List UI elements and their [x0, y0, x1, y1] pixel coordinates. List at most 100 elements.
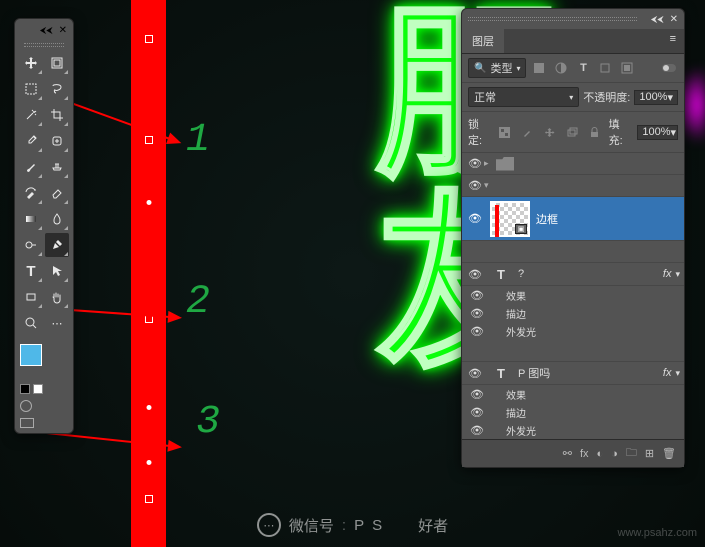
- crop-tool[interactable]: [45, 103, 69, 127]
- chevron-down-icon: ▾: [569, 93, 573, 102]
- layer-name[interactable]: ?: [518, 268, 524, 280]
- layer-row-border[interactable]: 👁 ▣ 边框: [462, 197, 684, 241]
- layer-row-parent[interactable]: 👁 ▾: [462, 175, 684, 197]
- filter-smart-icon[interactable]: [618, 60, 636, 76]
- transform-handle[interactable]: [145, 136, 153, 144]
- gradient-tool[interactable]: [19, 207, 43, 231]
- chevron-down-icon[interactable]: ▾: [675, 368, 680, 379]
- path-anchor[interactable]: [146, 200, 151, 205]
- blur-tool[interactable]: [45, 207, 69, 231]
- layer-name[interactable]: P 图吗: [518, 365, 550, 381]
- effect-row[interactable]: 👁外发光: [462, 322, 684, 340]
- toolbox-header[interactable]: ⮜⮜ ✕: [15, 19, 73, 41]
- visibility-icon[interactable]: 👁: [466, 212, 484, 225]
- close-icon[interactable]: ✕: [59, 25, 67, 36]
- filter-kind-dropdown[interactable]: 🔍 类型 ▾: [468, 58, 526, 78]
- move-tool[interactable]: [19, 51, 43, 75]
- path-select-tool[interactable]: [45, 259, 69, 283]
- eyedropper-tool[interactable]: [19, 129, 43, 153]
- quick-mask-icon[interactable]: [20, 400, 32, 412]
- magic-wand-tool[interactable]: [19, 103, 43, 127]
- artboard-tool[interactable]: [45, 51, 69, 75]
- type-tool[interactable]: T: [19, 259, 43, 283]
- visibility-icon[interactable]: 👁: [466, 179, 484, 192]
- visibility-icon[interactable]: 👁: [468, 388, 486, 401]
- effect-row[interactable]: 👁效果: [462, 385, 684, 403]
- opacity-field[interactable]: 100% ▾: [634, 90, 678, 105]
- brush-tool[interactable]: [19, 155, 43, 179]
- rectangle-tool[interactable]: [19, 285, 43, 309]
- effect-row[interactable]: 👁描边: [462, 403, 684, 421]
- red-shape-layer[interactable]: [131, 0, 166, 547]
- hand-tool[interactable]: [45, 285, 69, 309]
- tab-layers[interactable]: 图层: [462, 29, 504, 53]
- filter-pixel-icon[interactable]: [530, 60, 548, 76]
- eraser-tool[interactable]: [45, 181, 69, 205]
- visibility-icon[interactable]: 👁: [468, 406, 486, 419]
- new-group-icon[interactable]: 🗀: [626, 444, 637, 463]
- collapse-icon[interactable]: ⮜⮜: [40, 25, 53, 36]
- panel-grip[interactable]: [468, 17, 637, 21]
- lock-trans-icon[interactable]: [497, 124, 513, 140]
- adjustment-icon[interactable]: ◑: [611, 448, 618, 460]
- close-icon[interactable]: ✕: [670, 14, 678, 25]
- chevron-down-icon[interactable]: ▾: [675, 269, 680, 280]
- visibility-icon[interactable]: 👁: [466, 268, 484, 281]
- lock-pos-icon[interactable]: [542, 124, 558, 140]
- effect-row[interactable]: 👁外发光: [462, 421, 684, 439]
- spot-heal-tool[interactable]: [45, 129, 69, 153]
- transform-handle[interactable]: [145, 35, 153, 43]
- collapse-icon[interactable]: ⮜⮜: [651, 14, 664, 25]
- chevron-down-icon[interactable]: ▾: [484, 180, 496, 191]
- transform-handle[interactable]: [145, 495, 153, 503]
- layer-name[interactable]: 边框: [536, 211, 558, 227]
- visibility-icon[interactable]: 👁: [466, 367, 484, 380]
- panel-menu-icon[interactable]: ≡: [662, 29, 684, 53]
- layer-row-text2[interactable]: 👁 T P 图吗 fx ▾: [462, 362, 684, 385]
- zoom-tool[interactable]: [19, 311, 43, 335]
- wechat-icon: ⋯: [257, 513, 281, 537]
- blend-mode-value: 正常: [474, 89, 496, 105]
- dodge-tool[interactable]: [19, 233, 43, 257]
- layer-row-group[interactable]: 👁 ▸: [462, 153, 684, 175]
- filter-toggle[interactable]: [660, 60, 678, 76]
- visibility-icon[interactable]: 👁: [468, 325, 486, 338]
- path-anchor[interactable]: [146, 405, 151, 410]
- edit-toolbar[interactable]: ⋯: [45, 311, 69, 335]
- lock-all-icon[interactable]: [586, 124, 602, 140]
- pen-tool[interactable]: [45, 233, 69, 257]
- rect-marquee-tool[interactable]: [19, 77, 43, 101]
- layer-style-icon[interactable]: fx: [580, 448, 589, 460]
- effect-row[interactable]: 👁描边: [462, 304, 684, 322]
- path-anchor[interactable]: [146, 460, 151, 465]
- filter-shape-icon[interactable]: [596, 60, 614, 76]
- foreground-color[interactable]: [20, 344, 42, 366]
- effect-row[interactable]: 👁效果: [462, 286, 684, 304]
- new-layer-icon[interactable]: ⊞: [645, 447, 654, 460]
- clone-stamp-tool[interactable]: [45, 155, 69, 179]
- link-layers-icon[interactable]: ⚯: [563, 447, 572, 460]
- visibility-icon[interactable]: 👁: [468, 424, 486, 437]
- fill-field[interactable]: 100% ▾: [637, 125, 678, 140]
- visibility-icon[interactable]: 👁: [468, 289, 486, 302]
- blend-mode-dropdown[interactable]: 正常 ▾: [468, 87, 579, 107]
- layer-row-text1[interactable]: 👁 T ? fx ▾: [462, 263, 684, 286]
- visibility-icon[interactable]: 👁: [468, 307, 486, 320]
- default-colors[interactable]: [20, 384, 30, 394]
- lock-nest-icon[interactable]: [564, 124, 580, 140]
- chevron-right-icon[interactable]: ▸: [484, 158, 496, 169]
- swap-colors[interactable]: [33, 384, 43, 394]
- filter-type-icon[interactable]: T: [574, 60, 592, 76]
- panel-header[interactable]: ⮜⮜ ✕: [462, 9, 684, 29]
- lock-paint-icon[interactable]: [519, 124, 535, 140]
- fx-badge[interactable]: fx: [663, 367, 672, 379]
- fx-badge[interactable]: fx: [663, 268, 672, 280]
- visibility-icon[interactable]: 👁: [466, 157, 484, 170]
- delete-layer-icon[interactable]: 🗑: [662, 447, 676, 460]
- layer-mask-icon[interactable]: ◐: [597, 448, 604, 460]
- filter-adjust-icon[interactable]: [552, 60, 570, 76]
- lasso-tool[interactable]: [45, 77, 69, 101]
- layer-thumbnail[interactable]: ▣: [490, 201, 530, 237]
- history-brush-tool[interactable]: [19, 181, 43, 205]
- screen-mode-icon[interactable]: [20, 418, 34, 428]
